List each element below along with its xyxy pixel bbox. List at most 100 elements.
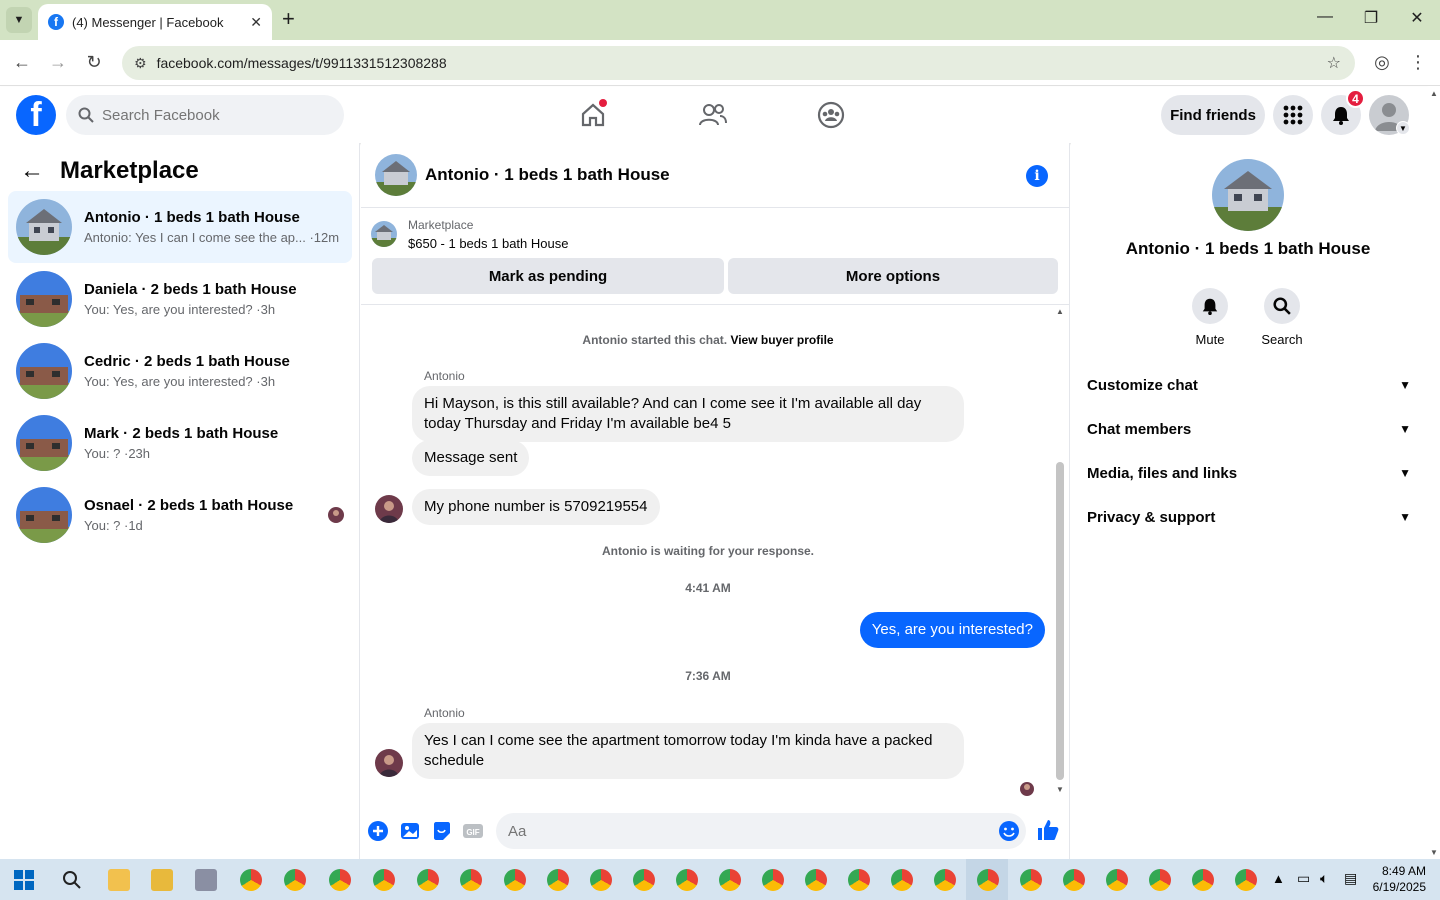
sticker-icon[interactable] xyxy=(431,820,453,842)
chat-members-row[interactable]: Chat members ▼ xyxy=(1087,409,1411,449)
chrome-icon[interactable] xyxy=(590,869,612,891)
chrome-icon[interactable] xyxy=(504,869,526,891)
back-arrow-icon[interactable]: ← xyxy=(20,157,44,185)
conversation-item[interactable]: Cedric · 2 beds 1 bath House You: Yes, a… xyxy=(8,335,352,407)
page-scroll-down-icon[interactable]: ▼ xyxy=(1430,848,1438,857)
tab-search-button[interactable]: ▼ xyxy=(6,7,32,33)
groups-icon[interactable] xyxy=(815,99,847,131)
scroll-down-icon[interactable]: ▼ xyxy=(1056,785,1064,794)
chrome-icon[interactable] xyxy=(1235,869,1257,891)
mute-button[interactable]: Mute xyxy=(1180,288,1240,347)
volume-icon[interactable]: 🔈︎ xyxy=(1320,870,1328,887)
chat-avatar[interactable] xyxy=(375,154,417,196)
find-friends-button[interactable]: Find friends xyxy=(1161,95,1265,135)
network-icon[interactable]: ▭ xyxy=(1297,870,1310,887)
widgets-icon[interactable] xyxy=(108,869,130,891)
reload-icon[interactable]: ↻ xyxy=(82,52,106,73)
bookmark-star-icon[interactable]: ☆ xyxy=(1327,53,1341,73)
page-scroll-up-icon[interactable]: ▲ xyxy=(1430,89,1438,98)
chrome-icon[interactable] xyxy=(417,869,439,891)
facebook-logo-icon[interactable]: f xyxy=(16,95,56,135)
back-icon[interactable]: ← xyxy=(10,52,34,73)
chrome-icon[interactable] xyxy=(762,869,784,891)
chrome-icon[interactable] xyxy=(547,869,569,891)
customize-chat-row[interactable]: Customize chat ▼ xyxy=(1087,365,1411,405)
chrome-icon[interactable] xyxy=(1149,869,1171,891)
new-tab-icon[interactable]: + xyxy=(282,8,295,30)
message-scrollbar[interactable]: ▲ ▼ xyxy=(1056,307,1066,795)
home-icon[interactable] xyxy=(577,99,609,131)
incoming-message[interactable]: My phone number is 5709219554 xyxy=(412,489,660,525)
chrome-icon[interactable] xyxy=(373,869,395,891)
conversation-item[interactable]: Antonio · 1 beds 1 bath House Antonio: Y… xyxy=(8,191,352,263)
chrome-icon[interactable] xyxy=(977,869,999,891)
search-input[interactable] xyxy=(102,106,332,124)
incoming-message[interactable]: Message sent xyxy=(412,440,530,476)
chrome-icon[interactable] xyxy=(1192,869,1214,891)
chrome-icon[interactable] xyxy=(1020,869,1042,891)
view-buyer-profile-link[interactable]: View buyer profile xyxy=(730,333,833,347)
tab-close-icon[interactable]: ✕ xyxy=(250,14,262,31)
info-icon[interactable]: i xyxy=(1026,165,1048,187)
notifications-button[interactable]: 4 xyxy=(1321,89,1365,135)
chrome-icon[interactable] xyxy=(719,869,741,891)
media-files-links-row[interactable]: Media, files and links ▼ xyxy=(1087,453,1411,493)
taskbar-clock[interactable]: 8:49 AM 6/19/2025 xyxy=(1373,863,1426,895)
search-chat-button[interactable]: Search xyxy=(1252,288,1312,347)
more-options-button[interactable]: More options xyxy=(728,258,1058,294)
chrome-icon[interactable] xyxy=(934,869,956,891)
listing-price[interactable]: $650 - 1 beds 1 bath House xyxy=(408,236,568,251)
page-scrollbar[interactable]: ▲ ▼ xyxy=(1428,87,1440,859)
chrome-icon[interactable] xyxy=(460,869,482,891)
chrome-icon[interactable] xyxy=(848,869,870,891)
browser-tab[interactable]: f (4) Messenger | Facebook ✕ xyxy=(38,4,272,40)
menu-grid-icon[interactable] xyxy=(1273,95,1313,135)
snipping-tool-icon[interactable] xyxy=(195,869,217,891)
close-window-icon[interactable]: ✕ xyxy=(1402,8,1432,28)
chrome-icon[interactable] xyxy=(240,869,262,891)
like-thumb-icon[interactable] xyxy=(1036,818,1060,842)
scroll-thumb[interactable] xyxy=(1056,462,1064,780)
plus-icon[interactable] xyxy=(367,820,389,842)
chrome-icon[interactable] xyxy=(1106,869,1128,891)
mark-pending-button[interactable]: Mark as pending xyxy=(372,258,724,294)
sender-avatar[interactable] xyxy=(375,495,403,523)
message-input-box[interactable] xyxy=(496,813,1026,849)
restore-icon[interactable]: ❐ xyxy=(1356,8,1386,28)
facebook-search[interactable] xyxy=(66,95,344,135)
chat-title[interactable]: Antonio · 1 beds 1 bath House xyxy=(425,165,670,185)
message-input[interactable] xyxy=(508,822,968,840)
chat-info-avatar[interactable] xyxy=(1212,159,1284,231)
gif-icon[interactable]: GIF xyxy=(462,820,484,842)
file-explorer-icon[interactable] xyxy=(151,869,173,891)
chrome-icon[interactable] xyxy=(805,869,827,891)
privacy-support-row[interactable]: Privacy & support ▼ xyxy=(1087,497,1411,537)
chrome-icon[interactable] xyxy=(633,869,655,891)
incoming-message[interactable]: Hi Mayson, is this still available? And … xyxy=(412,386,964,442)
chrome-icon[interactable] xyxy=(891,869,913,891)
sender-avatar[interactable] xyxy=(375,749,403,777)
notification-center-icon[interactable]: ▤ xyxy=(1344,870,1357,887)
outgoing-message[interactable]: Yes, are you interested? xyxy=(859,612,1045,648)
scroll-up-icon[interactable]: ▲ xyxy=(1056,307,1064,316)
taskbar-search-icon[interactable] xyxy=(62,870,82,890)
account-chevron-icon[interactable]: ▼ xyxy=(1396,121,1410,135)
emoji-icon[interactable] xyxy=(998,820,1020,842)
friends-icon[interactable] xyxy=(697,99,729,131)
windows-start-icon[interactable] xyxy=(14,870,34,890)
photo-icon[interactable] xyxy=(399,820,421,842)
site-info-icon[interactable]: ⚙ xyxy=(134,55,147,72)
minimize-icon[interactable]: — xyxy=(1310,8,1340,26)
forward-icon[interactable]: → xyxy=(46,52,70,73)
tray-overflow-icon[interactable]: ▲ xyxy=(1272,871,1285,886)
chrome-icon[interactable] xyxy=(676,869,698,891)
conversation-item[interactable]: Mark · 2 beds 1 bath House You: ? ·23h xyxy=(8,407,352,479)
profile-icon[interactable]: ◎ xyxy=(1370,52,1394,73)
chrome-icon[interactable] xyxy=(1063,869,1085,891)
conversation-item[interactable]: Daniela · 2 beds 1 bath House You: Yes, … xyxy=(8,263,352,335)
chrome-icon[interactable] xyxy=(329,869,351,891)
conversation-item[interactable]: Osnael · 2 beds 1 bath House You: ? ·1d xyxy=(8,479,352,551)
chrome-icon[interactable] xyxy=(284,869,306,891)
menu-dots-icon[interactable]: ⋮ xyxy=(1406,52,1430,73)
incoming-message[interactable]: Yes I can I come see the apartment tomor… xyxy=(412,723,964,779)
